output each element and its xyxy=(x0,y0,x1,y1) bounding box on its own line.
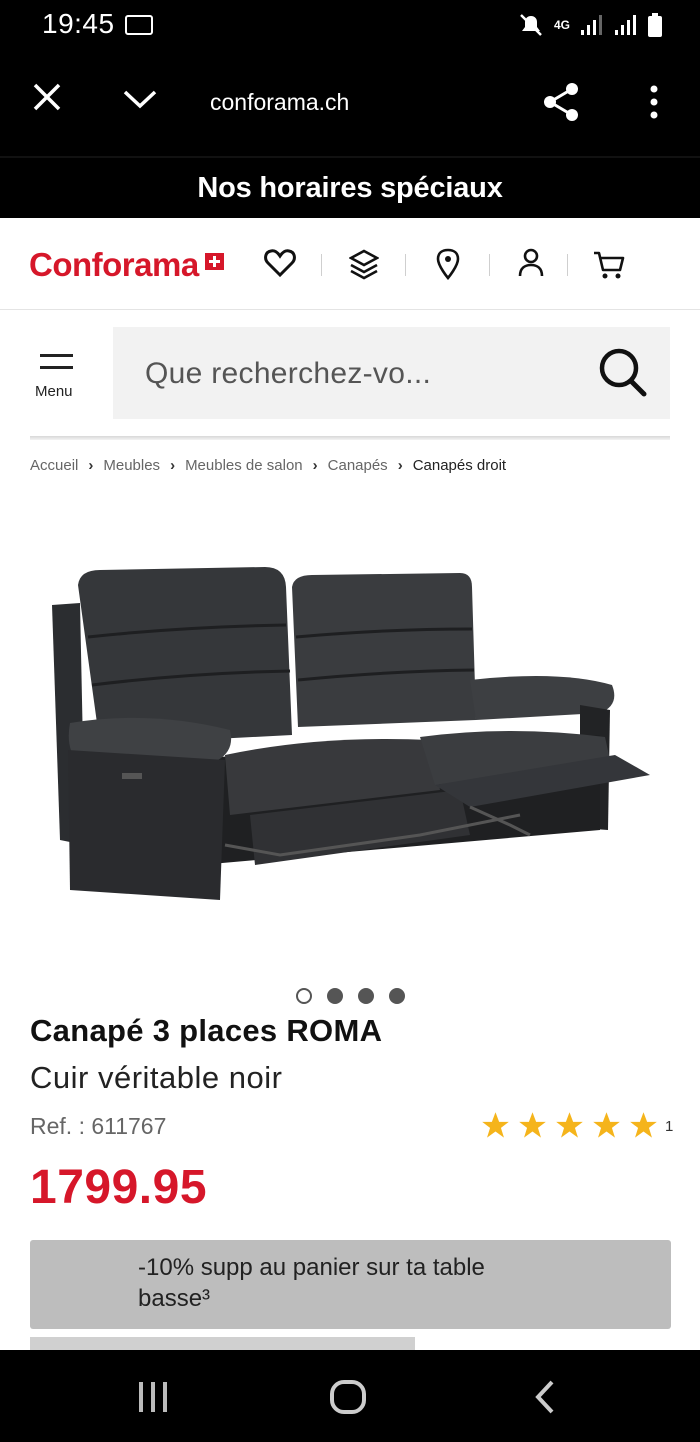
promo-banner[interactable]: Nos horaires spéciaux xyxy=(0,156,700,218)
share-icon[interactable] xyxy=(542,82,580,122)
carousel-dot[interactable] xyxy=(358,988,374,1004)
star-icon xyxy=(556,1112,583,1138)
product-price: 1799.95 xyxy=(30,1161,208,1214)
heart-icon[interactable] xyxy=(264,248,296,278)
user-account-icon[interactable] xyxy=(518,248,544,278)
breadcrumb-item[interactable]: Meubles de salon xyxy=(185,457,303,474)
header-divider xyxy=(321,254,322,276)
status-time: 19:45 xyxy=(42,8,115,39)
star-icon xyxy=(630,1112,657,1138)
breadcrumb-item[interactable]: Canapés xyxy=(328,457,388,474)
rating-stars[interactable] xyxy=(481,1111,658,1140)
layers-icon[interactable] xyxy=(349,249,379,281)
network-type: 4G xyxy=(553,18,570,32)
header-divider xyxy=(405,254,406,276)
chevron-right-icon: › xyxy=(312,457,318,474)
brand-logo[interactable]: Conforama xyxy=(29,246,199,284)
battery-icon xyxy=(648,13,662,37)
mute-icon xyxy=(520,14,542,36)
header-divider xyxy=(489,254,490,276)
secondary-box xyxy=(30,1337,415,1351)
location-pin-icon[interactable] xyxy=(436,248,460,280)
status-bar: 19:45 4G xyxy=(0,0,700,52)
home-icon[interactable] xyxy=(329,1379,367,1415)
menu-button[interactable]: Menu xyxy=(30,350,86,410)
carousel-dots xyxy=(296,988,405,1004)
breadcrumb-current: Canapés droit xyxy=(412,457,507,474)
product-subtitle: Cuir véritable noir xyxy=(30,1060,283,1095)
search-icon[interactable] xyxy=(598,347,648,399)
chevron-right-icon: › xyxy=(88,457,94,474)
breadcrumb-item[interactable]: Accueil xyxy=(30,457,78,474)
search-divider xyxy=(30,436,670,440)
carousel-dot[interactable] xyxy=(296,988,312,1004)
carousel-dot[interactable] xyxy=(389,988,405,1004)
recent-apps-icon[interactable] xyxy=(137,1380,169,1414)
product-ref: Ref. : 611767 xyxy=(30,1113,167,1139)
cart-icon[interactable] xyxy=(592,250,626,280)
star-icon xyxy=(482,1112,509,1138)
search-bar[interactable]: Que recherchez-vo... xyxy=(113,327,670,419)
rating-count[interactable]: 1 xyxy=(665,1118,673,1135)
system-nav-bar xyxy=(0,1350,700,1442)
chevron-right-icon: › xyxy=(170,457,176,474)
back-icon[interactable] xyxy=(534,1379,556,1415)
product-image[interactable] xyxy=(40,545,660,915)
breadcrumb-item[interactable]: Meubles xyxy=(103,457,160,474)
status-icons: 4G xyxy=(518,12,662,38)
chevron-right-icon: › xyxy=(397,457,403,474)
hamburger-icon-line xyxy=(40,366,73,369)
promo-offer-box[interactable]: -10% supp au panier sur ta table basse³ xyxy=(30,1240,671,1329)
carousel-dot[interactable] xyxy=(327,988,343,1004)
more-options-icon[interactable] xyxy=(648,85,660,119)
signal-icon xyxy=(581,15,602,35)
breadcrumb: Accueil › Meubles › Meubles de salon › C… xyxy=(30,457,506,474)
signal-icon-2 xyxy=(615,15,636,35)
swiss-cross-icon xyxy=(205,253,224,270)
voicemail-icon xyxy=(125,15,153,35)
url-text[interactable]: conforama.ch xyxy=(210,89,349,116)
site-header: Conforama xyxy=(0,218,700,310)
header-divider xyxy=(567,254,568,276)
product-title: Canapé 3 places ROMA xyxy=(30,1013,383,1048)
close-icon[interactable] xyxy=(32,82,62,112)
browser-toolbar: conforama.ch xyxy=(0,52,700,156)
menu-label: Menu xyxy=(35,383,73,400)
hamburger-icon xyxy=(40,354,73,357)
star-icon xyxy=(519,1112,546,1138)
search-input[interactable]: Que recherchez-vo... xyxy=(145,357,431,391)
promo-offer-text: -10% supp au panier sur ta table basse³ xyxy=(138,1254,485,1312)
star-icon xyxy=(593,1112,620,1138)
chevron-down-icon[interactable] xyxy=(122,88,158,110)
